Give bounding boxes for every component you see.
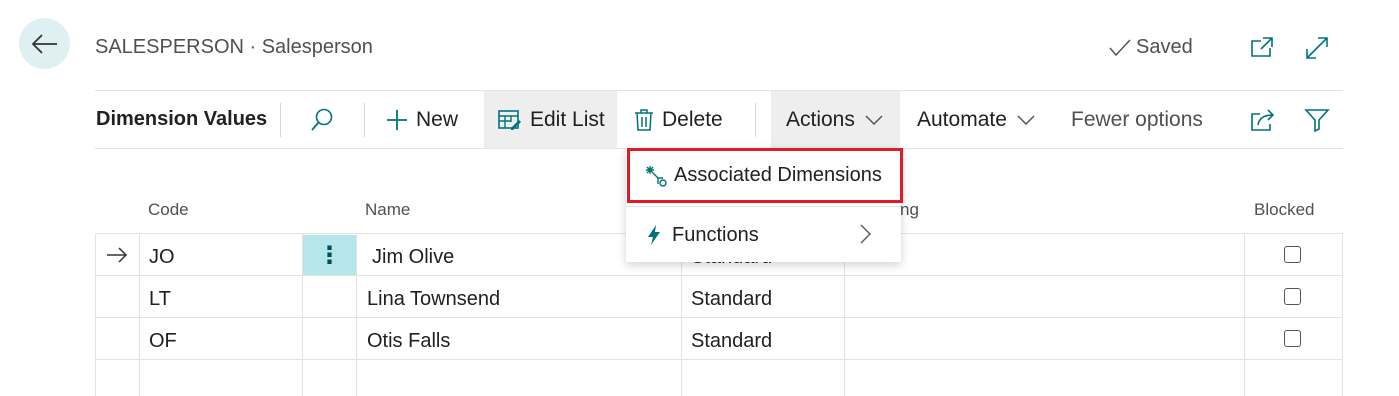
- chevron-down-icon: [1017, 114, 1035, 125]
- chevron-down-icon: [865, 114, 883, 125]
- automate-label: Automate: [917, 107, 1007, 131]
- open-in-new-window-button[interactable]: [1248, 34, 1276, 62]
- plus-icon: [387, 109, 407, 130]
- actions-menu-button[interactable]: Actions: [771, 91, 900, 148]
- expand-icon: [1306, 37, 1328, 59]
- toolbar-separator: [280, 103, 281, 137]
- grid-line: [95, 234, 96, 396]
- column-header-blocked[interactable]: Blocked: [1254, 200, 1314, 220]
- lightning-icon: [648, 225, 660, 245]
- column-header-name[interactable]: Name: [365, 200, 410, 220]
- grid-line: [1244, 234, 1245, 396]
- cell-name[interactable]: Jim Olive: [372, 246, 454, 269]
- blocked-checkbox[interactable]: [1284, 330, 1301, 347]
- edit-list-label: Edit List: [530, 107, 605, 131]
- grid-line: [139, 234, 140, 396]
- search-button[interactable]: [300, 91, 344, 148]
- cell-posting[interactable]: Standard: [691, 288, 772, 311]
- back-button[interactable]: [19, 18, 70, 69]
- grid-line: [95, 359, 1343, 360]
- new-button[interactable]: New: [386, 91, 458, 148]
- edit-list-button[interactable]: Edit List: [484, 91, 617, 148]
- toolbar-separator: [755, 103, 756, 137]
- blocked-checkbox[interactable]: [1284, 288, 1301, 305]
- row-actions-button[interactable]: ⋮: [303, 235, 356, 275]
- grid-line: [1342, 234, 1343, 396]
- filter-icon: [1304, 108, 1330, 132]
- cell-name[interactable]: Lina Townsend: [367, 288, 500, 311]
- trash-icon: [635, 108, 653, 131]
- cell-code[interactable]: JO: [149, 246, 175, 269]
- actions-label: Actions: [786, 107, 855, 131]
- saved-label: Saved: [1136, 36, 1193, 58]
- column-header-code[interactable]: Code: [148, 200, 189, 220]
- grid-line: [95, 275, 1343, 276]
- edit-list-icon: [498, 109, 521, 130]
- back-arrow-icon: [31, 33, 57, 54]
- fewer-options-button[interactable]: Fewer options: [1071, 91, 1203, 148]
- saved-status: Saved: [1108, 36, 1193, 59]
- menu-divider: [626, 206, 901, 207]
- expand-button[interactable]: [1303, 34, 1331, 62]
- share-button[interactable]: [1246, 91, 1280, 148]
- menu-item-label: Associated Dimensions: [674, 164, 882, 186]
- share-icon: [1251, 108, 1275, 131]
- cell-code[interactable]: LT: [149, 288, 171, 311]
- menu-item-label: Functions: [672, 223, 759, 246]
- search-icon: [311, 108, 333, 131]
- current-row-arrow-icon: [106, 246, 128, 269]
- menu-item-associated-dimensions[interactable]: Associated Dimensions: [627, 148, 903, 203]
- grid-line: [356, 234, 357, 396]
- page-title: Dimension Values: [96, 108, 268, 130]
- blocked-checkbox[interactable]: [1284, 246, 1301, 263]
- chevron-right-icon: [860, 224, 871, 244]
- cell-posting[interactable]: Standard: [691, 330, 772, 353]
- column-header-posting[interactable]: ng: [900, 200, 919, 220]
- grid-line: [95, 317, 1343, 318]
- popout-icon: [1251, 37, 1273, 57]
- page-breadcrumb-title: SALESPERSON · Salesperson: [95, 36, 373, 58]
- toolbar-separator: [364, 103, 365, 137]
- delete-label: Delete: [662, 107, 723, 131]
- delete-button[interactable]: Delete: [626, 91, 723, 148]
- filter-button[interactable]: [1300, 91, 1334, 148]
- new-label: New: [416, 107, 459, 131]
- cell-code[interactable]: OF: [149, 330, 177, 353]
- cell-name[interactable]: Otis Falls: [367, 330, 450, 353]
- checkmark-icon: [1109, 38, 1131, 56]
- associated-dimensions-icon: [646, 165, 667, 187]
- automate-menu-button[interactable]: Automate: [917, 91, 1035, 148]
- menu-item-functions[interactable]: Functions: [626, 210, 901, 260]
